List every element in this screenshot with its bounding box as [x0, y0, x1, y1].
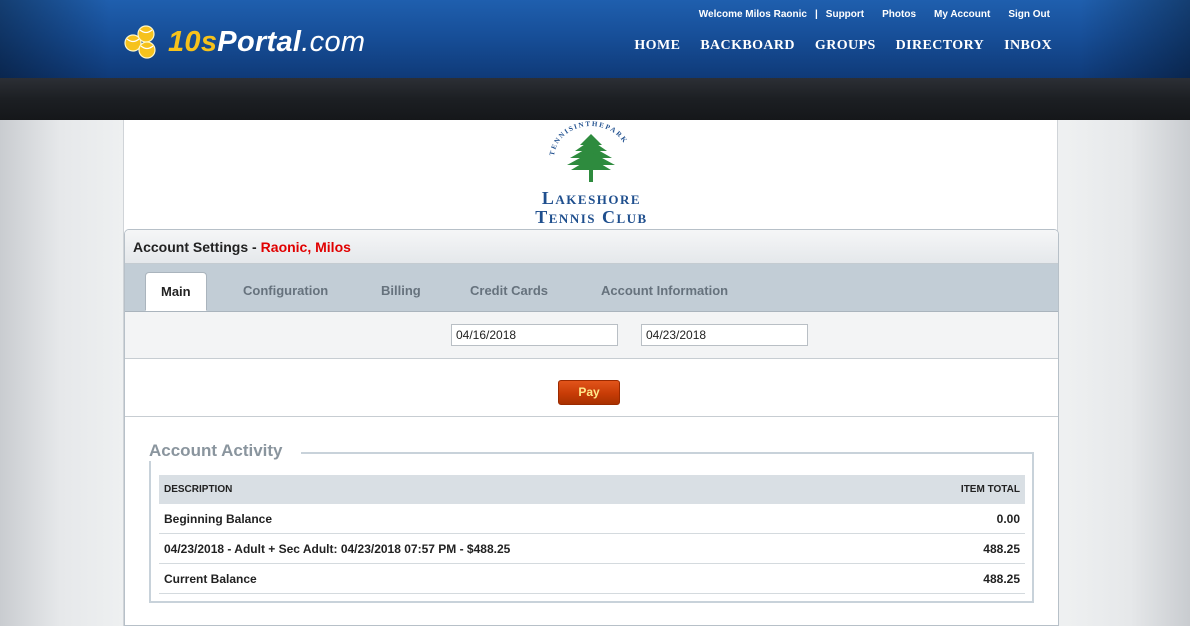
tab-billing[interactable]: Billing [366, 272, 436, 310]
site-logo[interactable]: 10sPortal.com [122, 22, 365, 62]
row-total: 488.25 [884, 533, 1025, 564]
my-account-link[interactable]: My Account [934, 9, 990, 20]
logo-text: 10sPortal.com [168, 25, 366, 58]
nav-groups[interactable]: GROUPS [815, 38, 876, 54]
top-links: Welcome Milos Raonic | Support Photos My… [699, 9, 1050, 20]
column-description: DESCRIPTION [159, 475, 885, 504]
date-range-row: 04/16/2018 04/23/2018 [125, 312, 1058, 359]
table-row: 04/23/2018 - Adult + Sec Adult: 04/23/20… [159, 533, 1025, 564]
fieldset-border-right [301, 452, 1034, 454]
column-item-total: ITEM TOTAL [884, 475, 1025, 504]
support-link[interactable]: Support [826, 9, 864, 20]
tab-main[interactable]: Main [145, 272, 207, 311]
account-activity-fieldset: Account Activity DESCRIPTION ITEM TOTAL … [149, 441, 1034, 603]
row-description: 04/23/2018 - Adult + Sec Adult: 04/23/20… [159, 533, 885, 564]
tab-credit-cards[interactable]: Credit Cards [455, 272, 563, 310]
account-settings-panel: Account Settings - Raonic, Milos Main Co… [124, 229, 1059, 626]
club-name-line1: Lakeshore [541, 188, 642, 208]
tennis-balls-icon [124, 25, 156, 59]
row-total: 0.00 [884, 504, 1025, 534]
start-date-input[interactable]: 04/16/2018 [451, 324, 618, 346]
photos-link[interactable]: Photos [882, 9, 916, 20]
site-header: 10sPortal.com Welcome Milos Raonic | Sup… [0, 0, 1190, 78]
row-description: Current Balance [159, 563, 885, 594]
tab-configuration[interactable]: Configuration [228, 272, 343, 310]
club-name-line2: Tennis Club [535, 207, 648, 227]
account-activity-legend: Account Activity [149, 441, 287, 461]
sub-nav-bar [0, 78, 1190, 120]
nav-inbox[interactable]: INBOX [1004, 38, 1052, 54]
nav-directory[interactable]: DIRECTORY [896, 38, 984, 54]
club-name: Lakeshore Tennis Club [124, 189, 1059, 227]
table-row: Current Balance 488.25 [159, 563, 1025, 594]
tab-account-information[interactable]: Account Information [586, 272, 743, 310]
account-activity-table: DESCRIPTION ITEM TOTAL Beginning Balance… [159, 475, 1025, 594]
divider: | [814, 9, 818, 20]
club-logo: TENNISINTHEPARK Lakeshore Tennis Club [124, 120, 1059, 230]
sign-out-link[interactable]: Sign Out [1008, 9, 1050, 20]
panel-title: Account Settings - [133, 238, 257, 255]
content-container: TENNISINTHEPARK Lakeshore Tennis Club Ac… [123, 120, 1059, 626]
row-description: Beginning Balance [159, 504, 885, 534]
tabs-bar: Main Configuration Billing Credit Cards … [125, 264, 1058, 312]
welcome-text: Welcome Milos Raonic [698, 9, 807, 20]
nav-backboard[interactable]: BACKBOARD [700, 38, 795, 54]
pay-row: Pay [125, 359, 1058, 417]
pine-tree-icon: TENNISINTHEPARK [548, 120, 628, 182]
account-user-name: Raonic, Milos [260, 238, 351, 255]
nav-home[interactable]: HOME [634, 38, 680, 54]
pay-button[interactable]: Pay [558, 380, 620, 405]
row-total: 488.25 [884, 563, 1025, 594]
main-nav: HOME BACKBOARD GROUPS DIRECTORY INBOX [614, 38, 1052, 54]
table-header-row: DESCRIPTION ITEM TOTAL [159, 475, 1025, 504]
table-row: Beginning Balance 0.00 [159, 504, 1025, 534]
end-date-input[interactable]: 04/23/2018 [641, 324, 808, 346]
panel-header: Account Settings - Raonic, Milos [125, 230, 1058, 264]
